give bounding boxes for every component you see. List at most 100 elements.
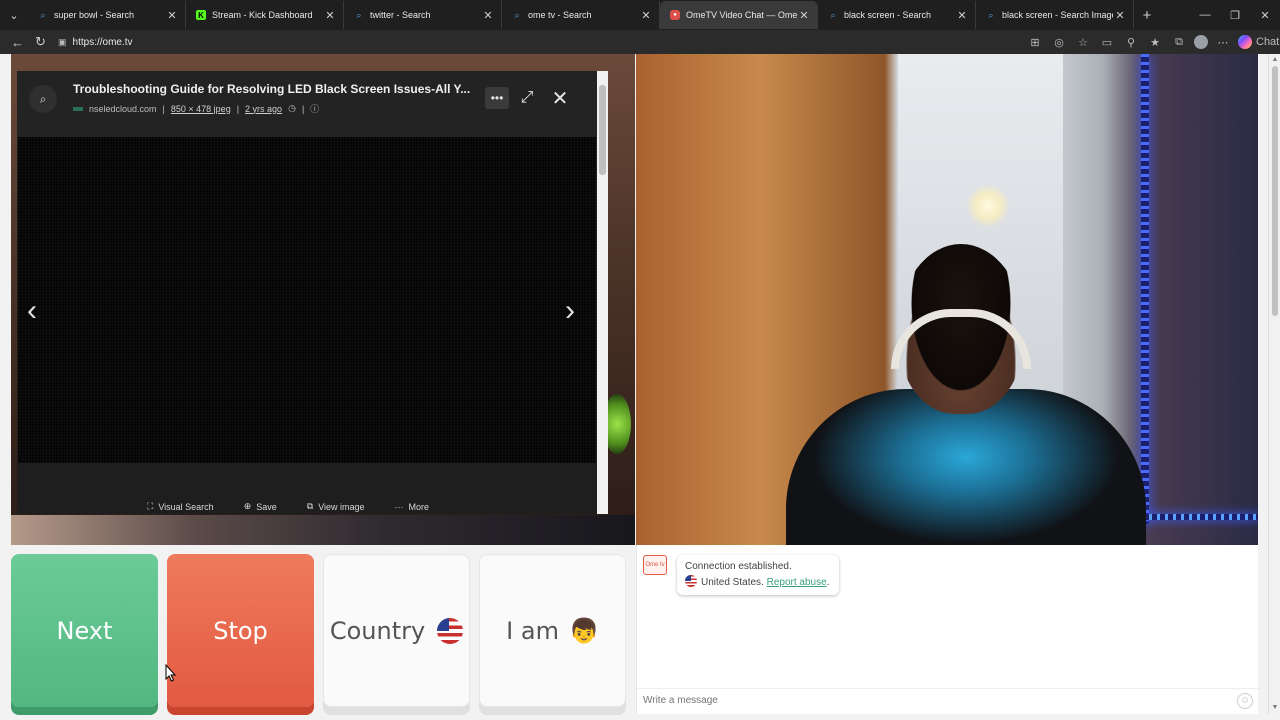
view-image-button[interactable]: ⧉ View image — [307, 501, 365, 512]
close-icon[interactable]: ✕ — [955, 9, 969, 22]
boy-emoji-icon: 👦 — [568, 616, 599, 645]
site-info-icon[interactable]: ▣ — [58, 37, 67, 48]
search-icon: ⌕ — [40, 9, 46, 20]
meta-separator: | — [162, 103, 165, 114]
kick-icon: K — [196, 10, 206, 20]
next-image-button[interactable]: › — [565, 296, 575, 326]
message-input[interactable] — [643, 695, 1237, 706]
copilot-label: Chat — [1256, 36, 1280, 48]
minimize-button[interactable]: — — [1190, 9, 1220, 21]
tab-4[interactable]: ● OmeTV Video Chat — Omegl ✕ — [660, 1, 818, 29]
viewer-scroll-thumb[interactable] — [599, 85, 606, 175]
more-menu-icon[interactable]: ⋯ — [1214, 36, 1232, 49]
more-icon: ··· — [394, 501, 404, 512]
view-image-label: View image — [318, 501, 365, 512]
chat-panel: Ome tv Connection established. United St… — [636, 545, 1259, 714]
close-icon[interactable]: ✕ — [1113, 9, 1127, 22]
message-input-row: ☺ — [637, 688, 1259, 712]
report-abuse-link[interactable]: Report abuse — [767, 577, 827, 588]
page-scrollbar[interactable]: ▲ ▼ — [1268, 54, 1280, 714]
viewer-more-options-button[interactable]: ••• — [485, 87, 509, 109]
us-flag-icon — [437, 617, 464, 644]
tab-3[interactable]: ⌕ ome tv - Search ✕ — [502, 1, 660, 29]
tab-1[interactable]: K Stream - Kick Dashboard ✕ — [186, 1, 344, 29]
viewer-meta: nseledcloud.com | 850 × 478 jpeg | 2 yrs… — [73, 102, 319, 115]
favorite-star-icon[interactable]: ☆ — [1074, 36, 1092, 49]
report-suffix: . — [826, 577, 830, 588]
close-icon[interactable]: ✕ — [639, 9, 653, 22]
copilot-chat-button[interactable]: Chat — [1238, 35, 1280, 49]
page-scroll-thumb[interactable] — [1272, 66, 1278, 316]
extensions-icon[interactable]: ⚲ — [1122, 36, 1140, 49]
url-text: https://ome.tv — [72, 36, 133, 48]
window-close-button[interactable]: ✕ — [1250, 9, 1280, 22]
chevron-down-icon: ⌄ — [9, 9, 19, 22]
browser-toolbar: ← ↻ ▣ https://ome.tv ⊞ ◎ ☆ ▭ ⚲ ★ ⧉ ⋯ Cha… — [0, 30, 1280, 54]
video-scene-bottom — [11, 515, 635, 545]
window-controls: — ❐ ✕ — [1190, 0, 1280, 30]
tab-2[interactable]: ⌕ twitter - Search ✕ — [344, 1, 502, 29]
meta-separator: | — [236, 103, 240, 114]
image-age[interactable]: 2 yrs ago — [245, 104, 282, 114]
refresh-button[interactable]: ↻ — [29, 34, 52, 50]
next-button[interactable]: Next — [11, 554, 158, 707]
close-icon[interactable]: ✕ — [165, 9, 179, 22]
tab-title: super bowl - Search — [54, 10, 135, 20]
address-bar[interactable]: ▣ https://ome.tv — [58, 32, 1026, 52]
image-viewer-overlay: ⌕ Troubleshooting Guide for Resolving LE… — [17, 71, 608, 514]
meta-separator: | — [301, 103, 305, 114]
restore-button[interactable]: ❐ — [1220, 9, 1250, 22]
emoji-picker-icon[interactable]: ☺ — [1237, 692, 1253, 709]
image-dimensions[interactable]: 850 × 478 jpeg — [171, 104, 231, 114]
viewer-search-button[interactable]: ⌕ — [29, 85, 57, 113]
previous-image-button[interactable]: ‹ — [27, 296, 37, 326]
search-icon: ⌕ — [356, 9, 362, 20]
media-icon[interactable]: ▭ — [1098, 36, 1116, 49]
viewer-actions: ⛶ Visual Search ⊕ Save ⧉ View image ··· More — [147, 501, 429, 512]
system-message: Connection established. United States. R… — [677, 555, 839, 595]
tab-5[interactable]: ⌕ black screen - Search ✕ — [818, 1, 976, 29]
tab-title: ome tv - Search — [528, 10, 592, 20]
tab-0[interactable]: ⌕ super bowl - Search ✕ — [28, 1, 186, 29]
close-icon[interactable]: ✕ — [797, 9, 811, 22]
close-icon[interactable]: ✕ — [481, 9, 495, 22]
save-button[interactable]: ⊕ Save — [244, 501, 277, 512]
viewer-scrollbar[interactable] — [597, 71, 608, 514]
new-tab-button[interactable]: + — [1134, 0, 1160, 30]
plus-icon: + — [1142, 6, 1152, 24]
info-icon[interactable]: ⓘ — [310, 102, 319, 115]
tracking-icon[interactable]: ◎ — [1050, 36, 1068, 49]
visual-search-button[interactable]: ⛶ Visual Search — [147, 501, 214, 512]
partner-country: United States. — [701, 577, 764, 588]
iam-label: I am — [506, 616, 559, 645]
gender-button[interactable]: I am 👦 — [479, 554, 626, 707]
back-button[interactable]: ← — [6, 35, 29, 50]
copilot-icon — [1238, 35, 1252, 49]
history-icon: ◷ — [288, 103, 296, 113]
search-icon: ⌕ — [39, 91, 47, 106]
search-icon: ⌕ — [514, 9, 520, 20]
visual-search-icon: ⛶ — [147, 501, 154, 511]
us-flag-icon — [685, 575, 697, 587]
more-button[interactable]: ··· More — [395, 501, 430, 512]
country-button[interactable]: Country — [323, 554, 470, 707]
viewer-close-button[interactable]: ✕ — [548, 87, 572, 110]
scroll-up-icon[interactable]: ▲ — [1271, 56, 1279, 64]
close-icon[interactable]: ✕ — [323, 9, 337, 22]
black-screen-image[interactable] — [18, 137, 596, 463]
next-label: Next — [56, 616, 113, 645]
expand-icon[interactable]: ⤢ — [515, 87, 539, 109]
viewer-title[interactable]: Troubleshooting Guide for Resolving LED … — [73, 82, 478, 96]
source-site[interactable]: nseledcloud.com — [89, 104, 157, 114]
scroll-down-icon[interactable]: ▼ — [1271, 704, 1279, 712]
apps-icon[interactable]: ⊞ — [1026, 36, 1044, 49]
stop-button[interactable]: Stop — [167, 554, 314, 707]
tab-actions-menu-button[interactable]: ⌄ — [0, 0, 28, 30]
more-label: More — [408, 501, 430, 512]
tab-6[interactable]: ⌕ black screen - Search Images ✕ — [976, 1, 1134, 29]
search-icon: ⌕ — [988, 9, 994, 20]
profile-avatar[interactable] — [1194, 35, 1208, 49]
collections-icon[interactable]: ⧉ — [1170, 36, 1188, 49]
favorites-icon[interactable]: ★ — [1146, 36, 1164, 49]
country-label: Country — [329, 616, 426, 645]
